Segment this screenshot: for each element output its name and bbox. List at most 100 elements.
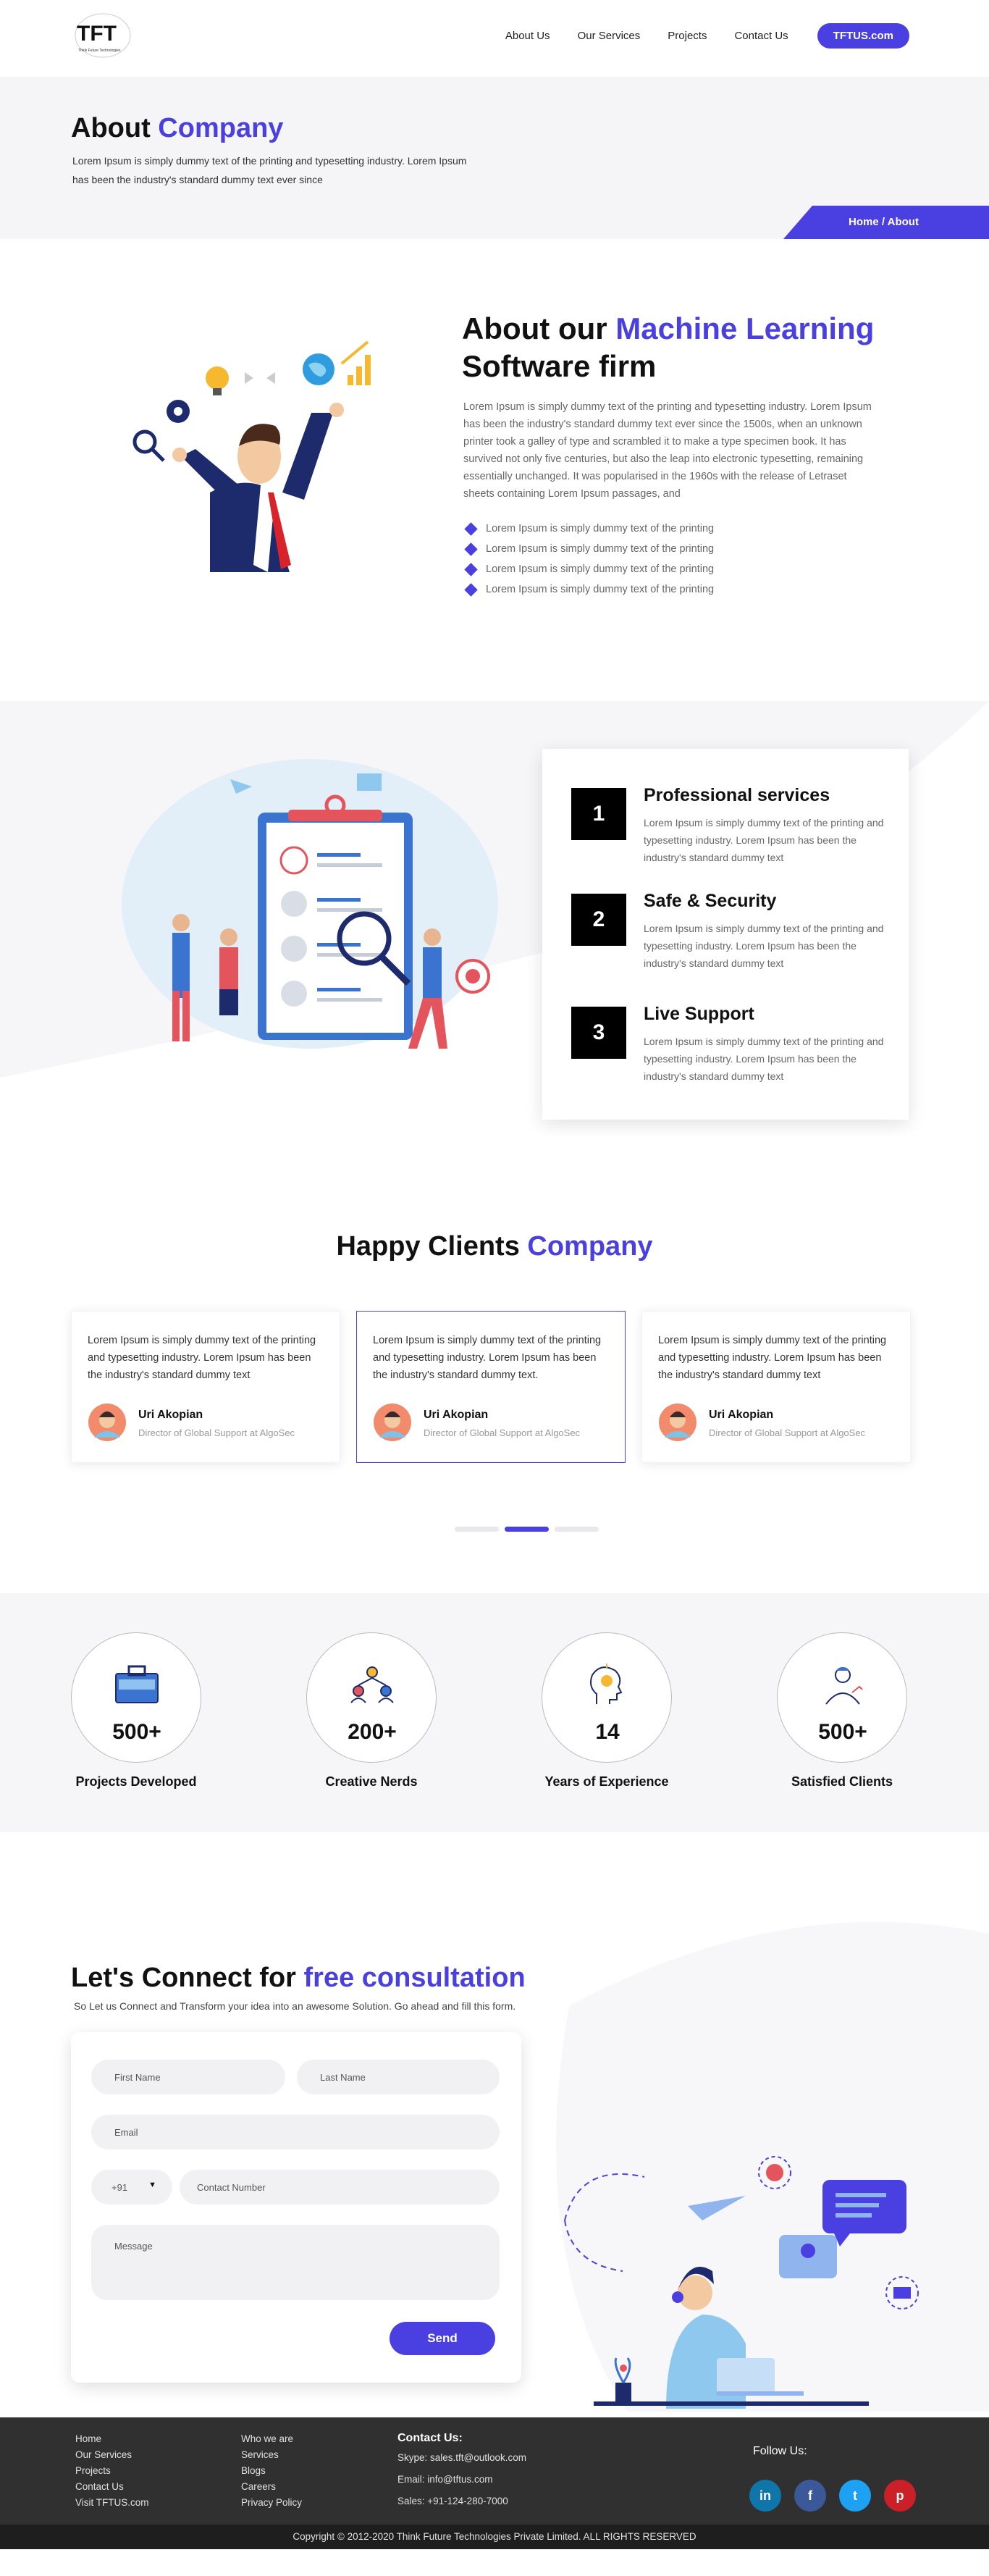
country-code-select[interactable]: +91 ▼ (91, 2170, 172, 2204)
clients-title: Happy Clients Company (336, 1231, 653, 1262)
client-role: Director of Global Support at AlgoSec (709, 1427, 866, 1438)
service-number: 2 (571, 894, 626, 946)
stats-section: 500+ Projects Developed 200+ Creative Ne… (0, 1593, 989, 1832)
diamond-bullet-icon (464, 542, 478, 556)
stat-label: Satisfied Clients (791, 1774, 893, 1789)
service-title: Live Support (644, 1004, 754, 1024)
client-name: Uri Akopian (709, 1409, 774, 1421)
avatar (659, 1404, 696, 1441)
service-number: 1 (571, 788, 626, 840)
contact-form: First Name Last Name Email +91 ▼ Contact… (71, 2032, 521, 2383)
chevron-down-icon: ▼ (148, 2181, 156, 2189)
list-item: Lorem Ipsum is simply dummy text of the … (463, 559, 714, 579)
support-agent-illustration (564, 2156, 919, 2409)
logo[interactable]: TFT Think Future Technologies (71, 10, 133, 61)
footer-link-contact-us[interactable]: Contact Us (75, 2481, 149, 2497)
footer-sales: Sales: +91-124-280-7000 (397, 2496, 508, 2506)
clipboard-team-illustration (122, 759, 498, 1049)
footer-link-services[interactable]: Services (241, 2449, 302, 2465)
breadcrumb[interactable]: Home / About (783, 206, 989, 239)
nav-our-services[interactable]: Our Services (578, 30, 641, 42)
twitter-icon[interactable]: t (839, 2480, 871, 2512)
footer-link-visit-tftus[interactable]: Visit TFTUS.com (75, 2497, 149, 2513)
footer-link-home[interactable]: Home (75, 2433, 149, 2449)
businessman-illustration (132, 340, 371, 572)
facebook-icon[interactable]: f (794, 2480, 826, 2512)
service-number: 3 (571, 1007, 626, 1059)
stat-value: 500+ (818, 1720, 867, 1744)
testimonial-text: Lorem Ipsum is simply dummy text of the … (88, 1335, 316, 1381)
footer-skype: Skype: sales.tft@outlook.com (397, 2452, 527, 2463)
idea-head-icon (590, 1664, 623, 1704)
country-code-value: +91 (111, 2181, 128, 2193)
list-item: Lorem Ipsum is simply dummy text of the … (463, 579, 714, 600)
email-field[interactable]: Email (91, 2115, 500, 2149)
service-text: Lorem Ipsum is simply dummy text of the … (644, 923, 884, 969)
footer-link-who-we-are[interactable]: Who we are (241, 2433, 302, 2449)
service-text: Lorem Ipsum is simply dummy text of the … (644, 1036, 884, 1082)
logo-text: TFT (77, 22, 117, 46)
stat-label: Years of Experience (544, 1774, 669, 1789)
service-title: Professional services (644, 785, 830, 805)
happy-client-icon (825, 1667, 863, 1705)
follow-us-label: Follow Us: (753, 2445, 807, 2457)
footer-link-privacy-policy[interactable]: Privacy Policy (241, 2497, 302, 2513)
nav-projects[interactable]: Projects (668, 30, 707, 42)
carousel-dot-1[interactable] (455, 1527, 499, 1532)
ml-bullet-list: Lorem Ipsum is simply dummy text of the … (463, 519, 714, 600)
footer-email[interactable]: Email: info@tftus.com (397, 2474, 526, 2496)
nav-contact-us[interactable]: Contact Us (734, 30, 788, 42)
page-title: About Company (71, 113, 284, 143)
first-name-field[interactable]: First Name (91, 2060, 285, 2094)
services-section: 1 Professional services Lorem Ipsum is s… (0, 701, 989, 1136)
avatar (88, 1404, 126, 1441)
carousel-dot-2[interactable] (505, 1527, 549, 1532)
client-role: Director of Global Support at AlgoSec (138, 1427, 295, 1438)
contact-number-field[interactable]: Contact Number (180, 2170, 500, 2204)
carousel-dot-3[interactable] (555, 1527, 599, 1532)
footer-contact-title: Contact Us: (397, 2432, 463, 2444)
footer-link-projects[interactable]: Projects (75, 2465, 149, 2481)
service-text: Lorem Ipsum is simply dummy text of the … (644, 817, 884, 863)
client-name: Uri Akopian (138, 1409, 203, 1421)
diamond-bullet-icon (464, 521, 478, 536)
contact-subtitle: So Let us Connect and Transform your ide… (74, 2000, 516, 2012)
services-card: 1 Professional services Lorem Ipsum is s… (542, 749, 909, 1120)
footer-contact: Contact Us: Skype: sales.tft@outlook.com… (397, 2432, 526, 2517)
diamond-bullet-icon (464, 562, 478, 576)
stat-item: 500+ Projects Developed (64, 1632, 209, 1790)
site-footer: Home Our Services Projects Contact Us Vi… (0, 2417, 989, 2525)
stat-label: Projects Developed (75, 1774, 197, 1789)
send-button[interactable]: Send (390, 2322, 495, 2355)
stat-item: 200+ Creative Nerds (299, 1632, 444, 1790)
ml-section: About our Machine Learning Software firm … (0, 239, 989, 701)
message-field[interactable]: Message (91, 2225, 500, 2300)
footer-link-blogs[interactable]: Blogs (241, 2465, 302, 2481)
stat-item: 14 Years of Experience (534, 1632, 679, 1790)
testimonial-card[interactable]: Lorem Ipsum is simply dummy text of the … (71, 1311, 340, 1463)
contact-title: Let's Connect for free consultation (71, 1963, 526, 1993)
nav-about-us[interactable]: About Us (505, 30, 550, 42)
testimonial-text: Lorem Ipsum is simply dummy text of the … (658, 1335, 887, 1381)
ml-title: About our Machine Learning Software firm (462, 311, 875, 383)
testimonial-card[interactable]: Lorem Ipsum is simply dummy text of the … (641, 1311, 911, 1463)
footer-links-col1: Home Our Services Projects Contact Us Vi… (75, 2433, 149, 2513)
testimonial-card[interactable]: Lorem Ipsum is simply dummy text of the … (356, 1311, 626, 1463)
pinterest-icon[interactable]: p (884, 2480, 916, 2512)
banner-text: Lorem Ipsum is simply dummy text of the … (72, 155, 467, 185)
list-item: Lorem Ipsum is simply dummy text of the … (463, 539, 714, 559)
footer-link-careers[interactable]: Careers (241, 2481, 302, 2497)
footer-link-our-services[interactable]: Our Services (75, 2449, 149, 2465)
stat-value: 200+ (348, 1720, 397, 1744)
stat-value: 14 (595, 1720, 620, 1744)
stat-value: 500+ (112, 1720, 161, 1744)
client-name: Uri Akopian (424, 1409, 489, 1421)
carousel-dots (455, 1527, 599, 1532)
briefcase-icon (115, 1665, 159, 1703)
list-item: Lorem Ipsum is simply dummy text of the … (463, 519, 714, 539)
tftus-button[interactable]: TFTUS.com (817, 23, 909, 49)
linkedin-icon[interactable]: in (749, 2480, 781, 2512)
logo-subtext: Think Future Technologies (78, 49, 121, 53)
last-name-field[interactable]: Last Name (297, 2060, 500, 2094)
main-nav: About Us Our Services Projects Contact U… (478, 23, 909, 49)
